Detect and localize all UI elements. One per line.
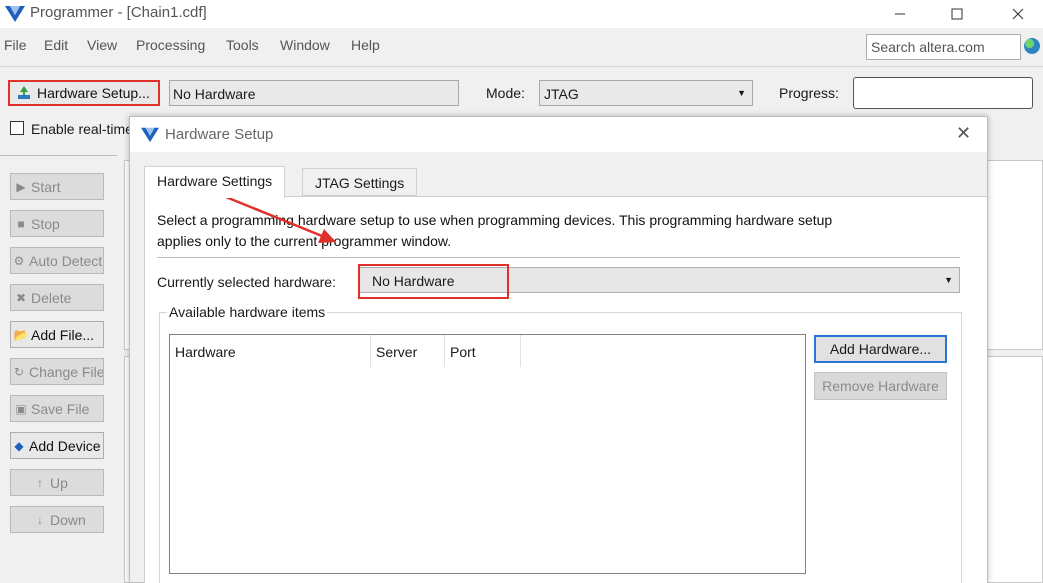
title-bar: Programmer - [Chain1.cdf] [0, 0, 1043, 28]
tab-jtag-settings[interactable]: JTAG Settings [302, 168, 418, 196]
add-device-icon: ◆ [14, 438, 24, 453]
change-file-label: Change File [29, 363, 104, 380]
quartus-logo-icon [141, 127, 159, 143]
divider [157, 257, 960, 258]
progress-bar [853, 77, 1033, 109]
auto-detect-button[interactable]: ⚙ Auto Detect [10, 247, 104, 274]
menu-edit[interactable]: Edit [44, 37, 68, 53]
up-button[interactable]: ↑ Up [10, 469, 104, 496]
add-file-button[interactable]: 📂 Add File... [10, 321, 104, 348]
auto-detect-icon: ⚙ [13, 253, 25, 268]
stop-icon: ■ [17, 216, 25, 231]
down-button[interactable]: ↓ Down [10, 506, 104, 533]
mode-select[interactable]: JTAG ▼ [539, 80, 753, 106]
search-input[interactable]: Search altera.com [866, 34, 1021, 60]
toolbar-divider [0, 66, 1043, 67]
up-label: Up [50, 474, 68, 491]
dialog-close-icon[interactable]: ✕ [956, 123, 971, 144]
tab-hardware-settings[interactable]: Hardware Settings [144, 166, 286, 198]
current-hardware-label: Currently selected hardware: [157, 274, 336, 290]
save-file-label: Save File [31, 400, 90, 417]
hardware-settings-page: Select a programming hardware setup to u… [144, 196, 987, 583]
save-file-icon: ▣ [15, 401, 27, 416]
column-header-server[interactable]: Server [371, 335, 445, 367]
start-icon: ▶ [16, 179, 26, 194]
menu-window[interactable]: Window [280, 37, 330, 53]
dialog-title: Hardware Setup [165, 126, 274, 143]
minimize-button[interactable] [877, 0, 923, 28]
hardware-setup-icon [18, 86, 30, 99]
quartus-logo-icon [5, 6, 25, 22]
hardware-table[interactable]: Hardware Server Port [169, 334, 806, 574]
add-device-button[interactable]: ◆ Add Device [10, 432, 104, 459]
menu-tools[interactable]: Tools [226, 37, 259, 53]
down-label: Down [50, 511, 86, 528]
add-file-icon: 📂 [13, 327, 29, 342]
start-label: Start [31, 178, 61, 195]
column-header-port[interactable]: Port [445, 335, 521, 367]
menu-file[interactable]: File [4, 37, 27, 53]
dialog-title-bar: Hardware Setup ✕ [130, 117, 987, 152]
minimize-icon [895, 13, 905, 15]
auto-detect-label: Auto Detect [29, 252, 103, 269]
column-header-hardware[interactable]: Hardware [170, 335, 371, 367]
stop-button[interactable]: ■ Stop [10, 210, 104, 237]
change-file-button[interactable]: ↻ Change File [10, 358, 104, 385]
menu-processing[interactable]: Processing [136, 37, 205, 53]
menu-view[interactable]: View [87, 37, 117, 53]
start-button[interactable]: ▶ Start [10, 173, 104, 200]
highlight-box [358, 264, 509, 299]
close-icon [1012, 8, 1024, 20]
dropdown-arrow-icon: ▼ [737, 88, 746, 98]
delete-button[interactable]: ✖ Delete [10, 284, 104, 311]
globe-icon[interactable] [1024, 38, 1040, 54]
dropdown-arrow-icon: ▼ [944, 275, 953, 285]
stop-label: Stop [31, 215, 60, 232]
hardware-setup-button[interactable]: Hardware Setup... [8, 80, 160, 106]
realtime-isp-label: Enable real-time ISP to allow background… [31, 121, 129, 137]
window-title: Programmer - [Chain1.cdf] [30, 4, 207, 21]
hardware-setup-label: Hardware Setup... [37, 85, 150, 101]
add-file-label: Add File... [31, 326, 95, 343]
maximize-icon [951, 8, 963, 20]
add-hardware-button[interactable]: Add Hardware... [814, 335, 947, 363]
maximize-button[interactable] [934, 0, 980, 28]
remove-hardware-button[interactable]: Remove Hardware [814, 372, 947, 400]
realtime-isp-checkbox[interactable] [10, 121, 24, 135]
delete-label: Delete [31, 289, 72, 306]
mode-label: Mode: [486, 85, 525, 101]
up-icon: ↑ [37, 475, 43, 490]
change-file-icon: ↻ [13, 364, 25, 379]
down-icon: ↓ [37, 512, 43, 527]
add-device-label: Add Device [29, 437, 101, 454]
delete-icon: ✖ [15, 290, 27, 305]
save-file-button[interactable]: ▣ Save File [10, 395, 104, 422]
progress-label: Progress: [779, 85, 839, 101]
hardware-setup-dialog: Hardware Setup ✕ Hardware Settings JTAG … [129, 116, 988, 583]
menu-help[interactable]: Help [351, 37, 380, 53]
close-button[interactable] [995, 0, 1041, 28]
mode-value: JTAG [544, 86, 579, 102]
description-text: Select a programming hardware setup to u… [157, 212, 833, 249]
hardware-field: No Hardware [169, 80, 459, 106]
available-hardware-title: Available hardware items [167, 304, 328, 320]
